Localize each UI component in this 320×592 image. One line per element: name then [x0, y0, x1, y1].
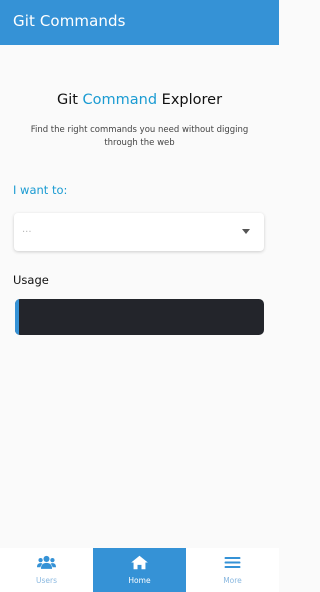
bottom-nav: Users Home More: [0, 548, 279, 592]
title-accent: Command: [82, 92, 158, 108]
nav-item-users[interactable]: Users: [0, 548, 93, 592]
nav-label-more: More: [223, 576, 242, 585]
usage-accent-bar: [15, 299, 19, 335]
page-title: Git Command Explorer: [0, 92, 279, 108]
page-subtitle: Find the right commands you need without…: [30, 125, 249, 148]
nav-label-users: Users: [35, 576, 57, 585]
title-part-1: Git: [56, 92, 83, 108]
app-bar: Git Commands: [0, 0, 279, 45]
select-value: ...: [22, 224, 32, 235]
nav-item-more[interactable]: More: [186, 548, 279, 592]
title-part-2: Explorer: [157, 92, 223, 108]
app-title: Git Commands: [13, 12, 126, 30]
chevron-down-icon: [242, 229, 250, 234]
home-icon: [131, 555, 148, 570]
menu-icon: [224, 556, 241, 569]
command-select[interactable]: ...: [14, 213, 264, 251]
want-label: I want to:: [13, 183, 68, 197]
nav-label-home: Home: [128, 576, 151, 585]
users-icon: [37, 555, 56, 569]
usage-box: [15, 299, 264, 335]
nav-item-home[interactable]: Home: [93, 548, 186, 592]
usage-label: Usage: [13, 273, 49, 287]
